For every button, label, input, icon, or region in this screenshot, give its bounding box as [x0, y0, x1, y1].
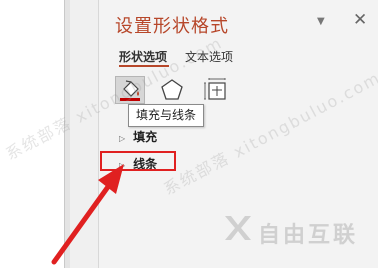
size-properties-button[interactable] — [201, 76, 231, 104]
section-fill[interactable]: ▷ 填充 — [119, 128, 157, 145]
logo: 自由互联 — [222, 212, 372, 248]
section-fill-label: 填充 — [133, 130, 158, 144]
close-icon[interactable]: ✕ — [353, 10, 367, 30]
fill-line-icon — [120, 80, 140, 101]
fill-line-button[interactable] — [115, 76, 145, 104]
active-tab-indicator — [119, 65, 169, 67]
logo-text: 自由互联 — [258, 223, 359, 248]
size-properties-icon — [204, 78, 226, 100]
tab-shape-options[interactable]: 形状选项 — [119, 48, 167, 65]
tab-text-options[interactable]: 文本选项 — [185, 48, 233, 65]
pane-options-dropdown-icon[interactable]: ▼ — [317, 16, 325, 27]
expand-triangle-icon: ▷ — [119, 134, 126, 143]
logo-mark-icon — [225, 216, 251, 240]
tooltip: 填充与线条 — [128, 104, 205, 127]
effects-button[interactable] — [157, 76, 187, 104]
document-page — [0, 0, 65, 268]
highlight-box — [100, 151, 176, 171]
pane-title: 设置形状格式 — [115, 16, 229, 37]
effects-pentagon-icon — [161, 79, 183, 100]
document-area — [0, 0, 70, 268]
